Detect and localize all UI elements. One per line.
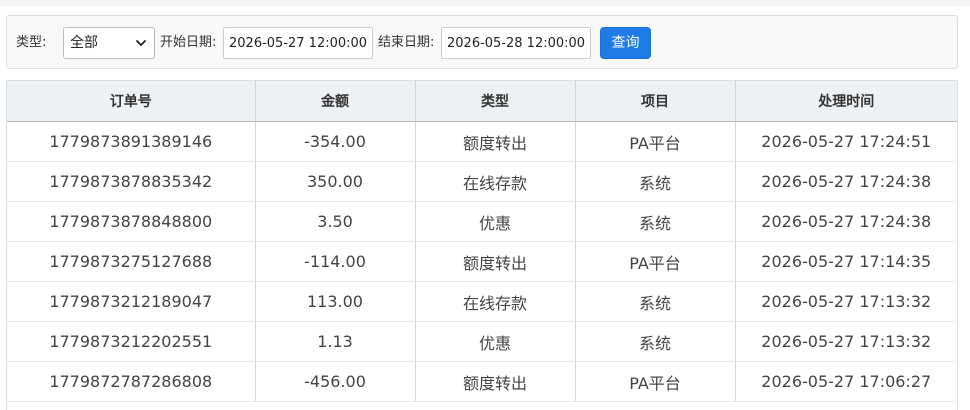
cell-order-no: 1779873878835342	[7, 161, 255, 202]
cell-amount: 3.50	[254, 201, 415, 242]
table-row[interactable]: 1779873878848800 3.50 优惠 系统 2026-05-27 1…	[7, 201, 957, 242]
cell-time: 2026-05-27 17:14:35	[734, 241, 957, 282]
cell-type: 在线存款	[414, 161, 575, 202]
start-date-input[interactable]: 2026-05-27 12:00:00	[223, 27, 373, 59]
table-row[interactable]: 1779873212189047 113.00 在线存款 系统 2026-05-…	[7, 281, 957, 322]
type-filter-label: 类型:	[16, 35, 47, 50]
cell-order-no: 1779872787286808	[7, 361, 255, 402]
table-row[interactable]: 1779873878835342 350.00 在线存款 系统 2026-05-…	[7, 161, 957, 202]
cell-type: 额度转出	[414, 241, 575, 282]
orders-table: 订单号 金额 类型 项目 处理时间 1779873891389146 -354.…	[7, 81, 957, 402]
column-header-time[interactable]: 处理时间	[734, 81, 957, 122]
cell-amount: -456.00	[254, 361, 415, 402]
cell-amount: -114.00	[254, 241, 415, 282]
end-date-input[interactable]: 2026-05-28 12:00:00	[441, 27, 591, 59]
cell-type: 额度转出	[414, 121, 575, 162]
type-select-value: 全部	[70, 35, 98, 51]
cell-amount: 1.13	[254, 321, 415, 362]
table-row[interactable]: 1779872787286808 -456.00 额度转出 PA平台 2026-…	[7, 361, 957, 402]
cell-order-no: 1779873275127688	[7, 241, 255, 282]
column-header-type[interactable]: 类型	[414, 81, 575, 122]
table-row[interactable]: 1779873891389146 -354.00 额度转出 PA平台 2026-…	[7, 121, 957, 162]
cell-time: 2026-05-27 17:06:27	[734, 361, 957, 402]
top-strip	[0, 0, 970, 6]
cell-project: 系统	[574, 161, 735, 202]
cell-type: 优惠	[414, 321, 575, 362]
end-date-label: 结束日期:	[378, 35, 435, 50]
cell-time: 2026-05-27 17:24:38	[734, 201, 957, 242]
start-date-value: 2026-05-27 12:00:00	[229, 36, 368, 51]
query-button[interactable]: 查询	[600, 27, 651, 59]
cell-amount: -354.00	[254, 121, 415, 162]
column-header-amount[interactable]: 金额	[254, 81, 415, 122]
table-row[interactable]: 1779873212202551 1.13 优惠 系统 2026-05-27 1…	[7, 321, 957, 362]
cell-order-no: 1779873878848800	[7, 201, 255, 242]
cell-time: 2026-05-27 17:24:51	[734, 121, 957, 162]
cell-order-no: 1779873212202551	[7, 321, 255, 362]
column-header-project[interactable]: 项目	[574, 81, 735, 122]
filter-bar: 类型: 全部 开始日期: 2026-05-27 12:00:00 结束日期: 2…	[6, 15, 958, 69]
cell-time: 2026-05-27 17:24:38	[734, 161, 957, 202]
cell-time: 2026-05-27 17:13:32	[734, 321, 957, 362]
cell-project: PA平台	[574, 361, 735, 402]
type-select[interactable]: 全部	[63, 27, 155, 59]
cell-order-no: 1779873212189047	[7, 281, 255, 322]
cell-project: 系统	[574, 281, 735, 322]
table-header-row: 订单号 金额 类型 项目 处理时间	[7, 81, 957, 122]
cell-project: PA平台	[574, 121, 735, 162]
cell-time: 2026-05-27 17:13:32	[734, 281, 957, 322]
cell-project: 系统	[574, 201, 735, 242]
chevron-down-icon	[136, 40, 146, 46]
cell-type: 优惠	[414, 201, 575, 242]
cell-amount: 113.00	[254, 281, 415, 322]
cell-order-no: 1779873891389146	[7, 121, 255, 162]
table-row[interactable]: 1779873275127688 -114.00 额度转出 PA平台 2026-…	[7, 241, 957, 282]
cell-project: 系统	[574, 321, 735, 362]
cell-amount: 350.00	[254, 161, 415, 202]
cell-type: 在线存款	[414, 281, 575, 322]
orders-table-container: 订单号 金额 类型 项目 处理时间 1779873891389146 -354.…	[6, 80, 958, 410]
cell-type: 额度转出	[414, 361, 575, 402]
end-date-value: 2026-05-28 12:00:00	[447, 36, 586, 51]
start-date-label: 开始日期:	[160, 35, 217, 50]
column-header-order-no[interactable]: 订单号	[7, 81, 255, 122]
cell-project: PA平台	[574, 241, 735, 282]
